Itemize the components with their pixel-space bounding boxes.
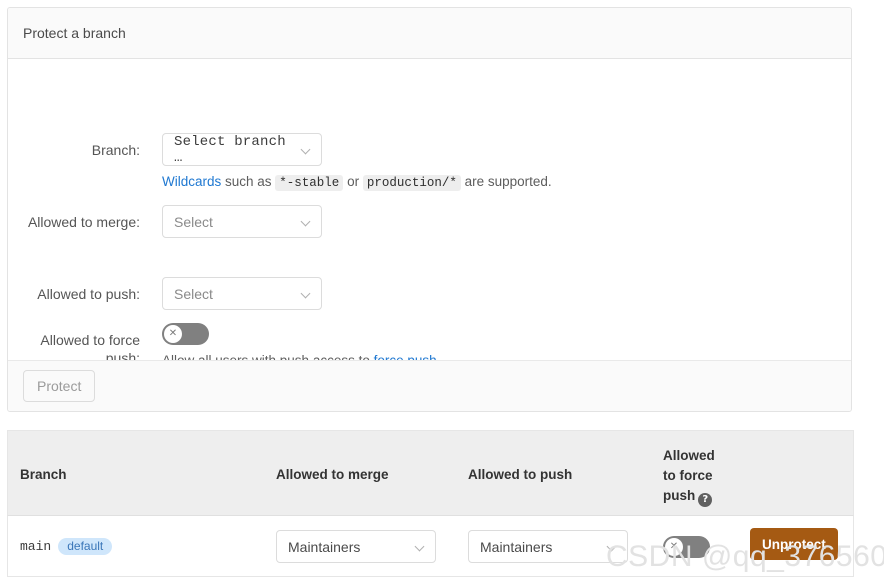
protected-branches-table: Branch Allowed to merge Allowed to push … — [7, 430, 854, 577]
allowed-to-push-select-value: Select — [174, 285, 213, 302]
status-badge: default — [58, 538, 113, 555]
cell-allowed-to-force-push: ✕ — [663, 536, 710, 558]
cell-allowed-to-merge: Maintainers — [276, 530, 436, 563]
allowed-to-push-control-wrap: Select — [162, 277, 322, 310]
chevron-down-icon — [416, 542, 426, 552]
card-header: Protect a branch — [8, 8, 851, 59]
cell-action: Unprotect — [750, 528, 838, 560]
force-push-toggle[interactable]: ✕ — [162, 323, 209, 345]
help-suffix: are supported. — [460, 174, 552, 189]
allowed-to-merge-label: Allowed to merge: — [27, 214, 140, 230]
row-force-push-toggle[interactable]: ✕ — [663, 536, 710, 558]
allowed-to-merge-select-value: Select — [174, 213, 213, 230]
protect-button[interactable]: Protect — [23, 370, 96, 402]
wildcard-example-stable: *-stable — [275, 175, 344, 191]
cell-allowed-to-push: Maintainers — [468, 530, 628, 563]
page-title: Protect a branch — [23, 25, 126, 41]
table-row: main default Maintainers Maintainers ✕ U… — [7, 515, 854, 577]
chevron-down-icon — [302, 217, 312, 227]
toggle-off-icon: ✕ — [665, 538, 683, 556]
form-row-allowed-to-push: Allowed to push: Select — [23, 277, 322, 310]
branch-select[interactable]: Select branch … — [162, 133, 322, 166]
branch-select-value: Select branch … — [174, 133, 286, 166]
column-header-allowed-to-force-push: Allowed to force push? — [663, 446, 735, 507]
cell-branch: main default — [20, 538, 113, 555]
wildcard-example-production: production/* — [362, 175, 461, 191]
chevron-down-icon — [302, 289, 312, 299]
branch-name: main — [20, 539, 52, 554]
help-mid-1: such as — [221, 174, 276, 189]
row-allowed-to-push-select[interactable]: Maintainers — [468, 530, 628, 563]
chevron-down-icon — [302, 145, 312, 155]
form-row-branch: Branch: Select branch … Wildcards such a… — [23, 133, 552, 192]
row-allowed-to-merge-select[interactable]: Maintainers — [276, 530, 436, 563]
unprotect-button[interactable]: Unprotect — [750, 528, 838, 560]
allowed-to-merge-control-wrap: Select — [162, 205, 322, 238]
allowed-to-push-label: Allowed to push: — [37, 286, 140, 302]
branch-control-wrap: Select branch … Wildcards such as *-stab… — [162, 133, 552, 192]
force-push-header-line3: push — [663, 488, 696, 503]
column-header-allowed-to-merge: Allowed to merge — [276, 467, 389, 482]
card-footer: Protect — [8, 360, 851, 411]
help-icon[interactable]: ? — [698, 493, 713, 507]
allowed-to-merge-select[interactable]: Select — [162, 205, 322, 238]
wildcards-link[interactable]: Wildcards — [162, 174, 221, 189]
chevron-down-icon — [608, 542, 618, 552]
force-push-header-line1: Allowed — [663, 448, 715, 463]
form-row-allowed-to-merge: Allowed to merge: Select — [23, 205, 322, 238]
protected-branches-page: Protect a branch Branch: Select branch …… — [0, 0, 884, 584]
row-allowed-to-push-value: Maintainers — [480, 538, 553, 555]
column-header-allowed-to-push: Allowed to push — [468, 467, 573, 482]
table-header-row: Branch Allowed to merge Allowed to push … — [7, 430, 854, 515]
allowed-to-push-select[interactable]: Select — [162, 277, 322, 310]
help-mid-2: or — [343, 174, 363, 189]
branch-help-text: Wildcards such as *-stable or production… — [162, 173, 552, 192]
column-header-branch: Branch — [20, 467, 67, 482]
toggle-off-icon: ✕ — [164, 325, 182, 343]
force-push-header-line2: to force — [663, 468, 713, 483]
branch-label: Branch: — [91, 142, 140, 158]
card-body: Branch: Select branch … Wildcards such a… — [8, 59, 851, 368]
protect-a-branch-card: Protect a branch Branch: Select branch …… — [7, 7, 852, 412]
row-allowed-to-merge-value: Maintainers — [288, 538, 361, 555]
